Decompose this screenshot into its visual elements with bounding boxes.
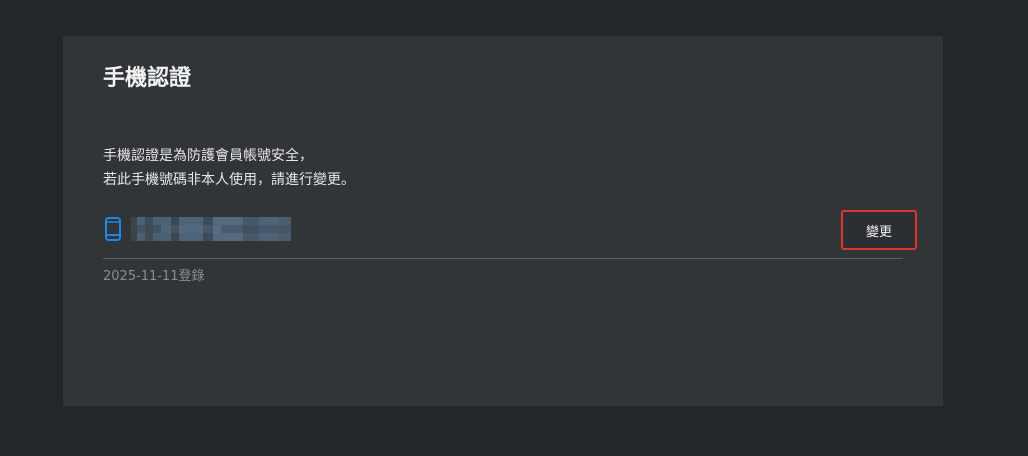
phone-row: 0912345678 變更 (103, 210, 917, 259)
smartphone-icon (105, 217, 121, 241)
phone-number-masked: 0912345678 (131, 217, 291, 241)
description-line-2: 若此手機號碼非本人使用，請進行變更。 (103, 172, 355, 188)
description: 手機認證是為防護會員帳號安全， 若此手機號碼非本人使用，請進行變更。 (103, 144, 355, 192)
page-title: 手機認證 (103, 66, 192, 91)
change-phone-button[interactable]: 變更 (841, 210, 917, 250)
registration-date: 2025-11-11登錄 (103, 269, 205, 284)
description-line-1: 手機認證是為防護會員帳號安全， (103, 148, 313, 164)
phone-verification-panel: 手機認證 手機認證是為防護會員帳號安全， 若此手機號碼非本人使用，請進行變更。 … (63, 36, 943, 406)
